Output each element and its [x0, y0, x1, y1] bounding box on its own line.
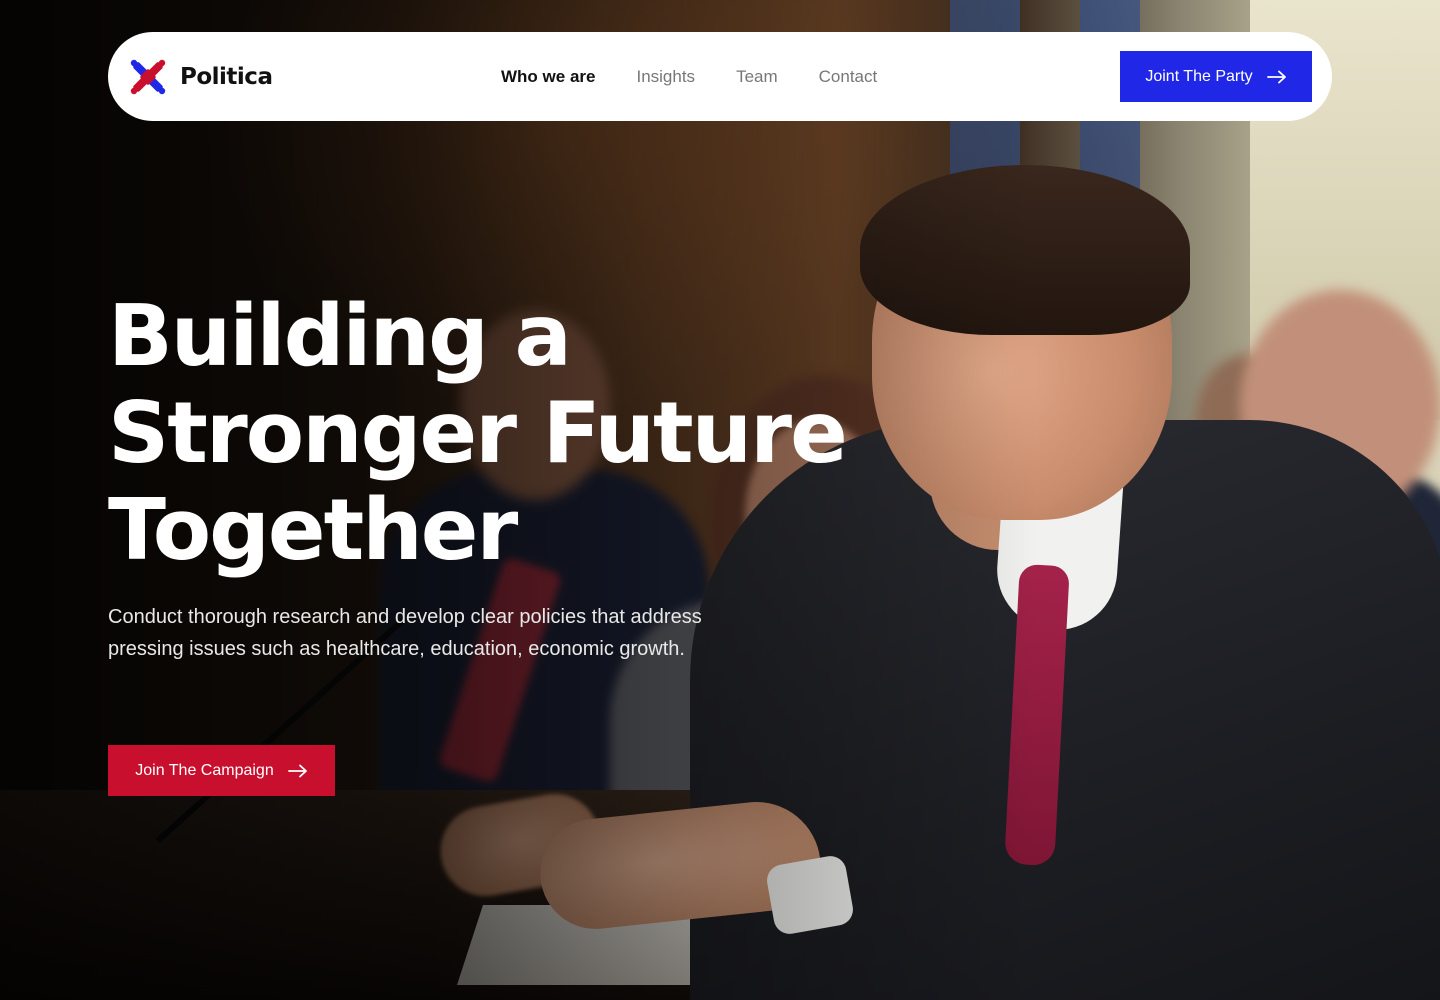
nav-links: Who we are Insights Team Contact — [501, 32, 877, 121]
hero-title-line: Together — [108, 481, 518, 580]
hero-title-line: Stronger Future — [108, 384, 848, 483]
cross-knot-logo-icon — [130, 59, 166, 94]
brand-name: Politica — [180, 63, 273, 90]
nav-link-contact[interactable]: Contact — [819, 67, 878, 87]
arrow-right-icon — [287, 764, 307, 777]
hero-title: Building a Stronger Future Together — [108, 288, 868, 579]
join-campaign-button[interactable]: Join The Campaign — [108, 745, 335, 796]
nav-link-team[interactable]: Team — [736, 67, 778, 87]
nav-link-who-we-are[interactable]: Who we are — [501, 67, 595, 87]
nav-link-insights[interactable]: Insights — [636, 67, 695, 87]
arrow-right-icon — [1266, 70, 1286, 83]
join-party-label: Joint The Party — [1145, 67, 1253, 85]
join-party-button[interactable]: Joint The Party — [1120, 51, 1312, 102]
hero-subtitle: Conduct thorough research and develop cl… — [108, 606, 702, 660]
hero-title-line: Building a — [108, 287, 572, 386]
brand-home-link[interactable]: Politica — [128, 57, 273, 97]
join-campaign-label: Join The Campaign — [135, 761, 274, 779]
top-navbar: Politica Who we are Insights Team Contac… — [108, 32, 1332, 121]
